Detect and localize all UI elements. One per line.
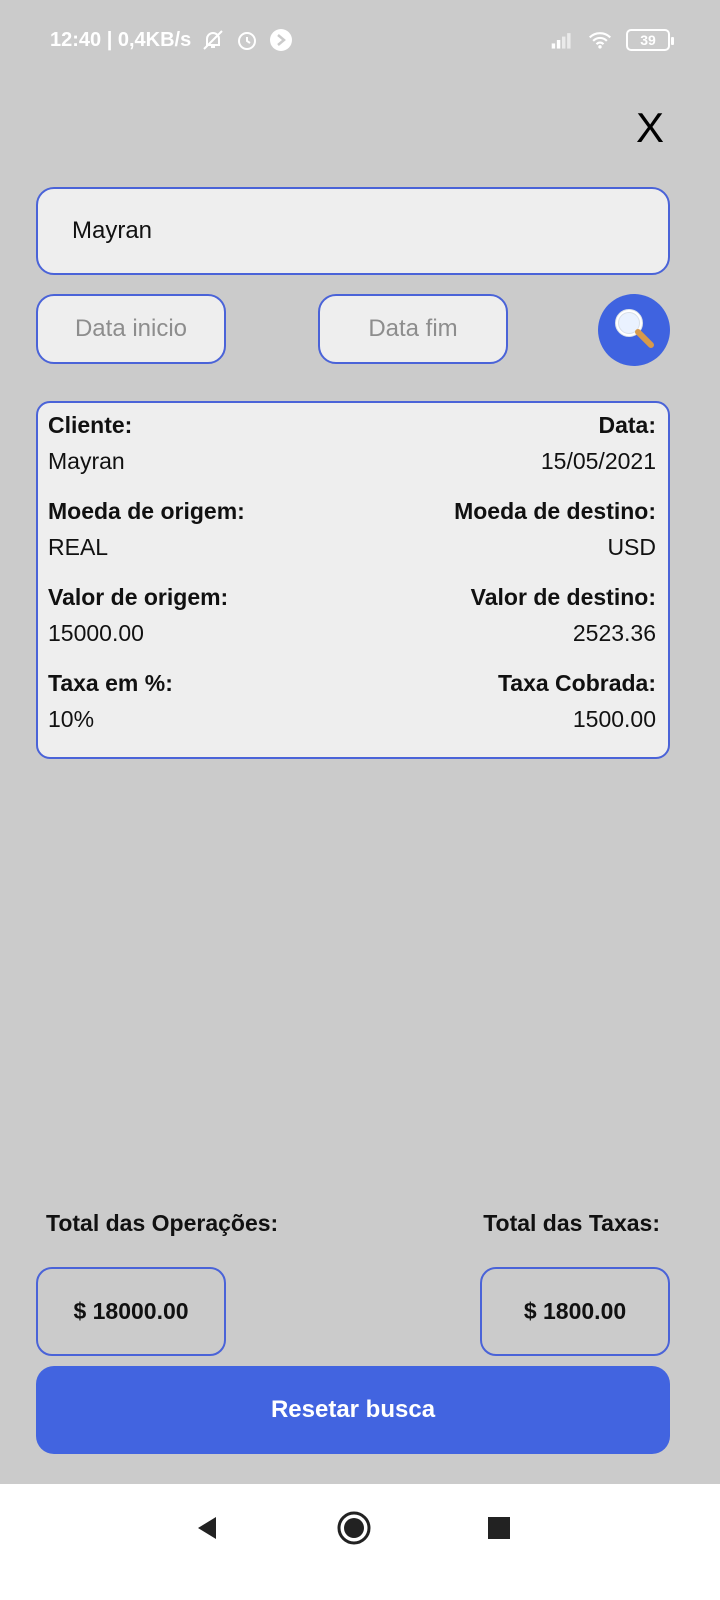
card-row-valor: Valor de origem: 15000.00 Valor de desti… <box>48 581 656 653</box>
wifi-icon <box>588 28 612 52</box>
valor-origem-label: Valor de origem: <box>48 584 229 610</box>
moeda-destino-field: Moeda de destino: USD <box>454 495 656 567</box>
taxa-cobrada-field: Taxa Cobrada: 1500.00 <box>498 667 656 739</box>
back-nav-button[interactable] <box>188 1510 228 1550</box>
taxa-label: Taxa em %: <box>48 670 173 696</box>
taxa-field: Taxa em %: 10% <box>48 667 173 739</box>
app-notification-icon <box>269 28 293 52</box>
moeda-origem-value: REAL <box>48 534 109 560</box>
valor-origem-value: 15000.00 <box>48 620 144 646</box>
client-name-input[interactable]: Mayran <box>36 187 670 275</box>
data-field: Data: 15/05/2021 <box>541 409 656 481</box>
valor-destino-field: Valor de destino: 2523.36 <box>471 581 656 653</box>
total-operacoes-value: $ 18000.00 <box>36 1267 226 1356</box>
status-time-speed: 12:40 | 0,4KB/s <box>50 28 192 51</box>
close-button[interactable]: X <box>630 104 670 152</box>
alarm-icon <box>235 28 259 52</box>
total-operacoes-label: Total das Operações: <box>46 1210 279 1236</box>
recent-apps-nav-button[interactable] <box>479 1510 519 1550</box>
screen: 12:40 | 0,4KB/s 39 X Mayran Data inicio … <box>0 0 720 1600</box>
search-button[interactable] <box>598 294 670 366</box>
moeda-destino-value: USD <box>607 534 656 560</box>
battery-indicator: 39 <box>626 29 674 51</box>
reset-search-button[interactable]: Resetar busca <box>36 1366 670 1454</box>
valor-origem-field: Valor de origem: 15000.00 <box>48 581 228 653</box>
taxa-cobrada-label: Taxa Cobrada: <box>497 670 656 696</box>
cliente-label: Cliente: <box>48 412 133 438</box>
home-nav-button[interactable] <box>334 1510 374 1550</box>
status-right: 39 <box>550 28 674 52</box>
total-taxas-value: $ 1800.00 <box>480 1267 670 1356</box>
cliente-value: Mayran <box>48 448 125 474</box>
muted-bell-icon <box>201 28 225 52</box>
result-card: Cliente: Mayran Data: 15/05/2021 Moeda d… <box>36 401 670 759</box>
moeda-destino-label: Moeda de destino: <box>454 498 656 524</box>
data-label: Data: <box>598 412 656 438</box>
home-circle-icon <box>336 1510 372 1551</box>
card-row-cliente-data: Cliente: Mayran Data: 15/05/2021 <box>48 409 656 481</box>
total-taxas-label: Total das Taxas: <box>483 1210 660 1236</box>
card-row-moeda: Moeda de origem: REAL Moeda de destino: … <box>48 495 656 567</box>
recent-square-icon <box>486 1515 512 1546</box>
status-bar: 12:40 | 0,4KB/s 39 <box>0 0 720 80</box>
date-start-input[interactable]: Data inicio <box>36 294 226 364</box>
search-icon <box>611 305 657 356</box>
moeda-origem-label: Moeda de origem: <box>48 498 245 524</box>
valor-destino-value: 2523.36 <box>572 620 656 646</box>
cliente-field: Cliente: Mayran <box>48 409 132 481</box>
valor-destino-label: Valor de destino: <box>470 584 656 610</box>
signal-icon <box>550 28 574 52</box>
card-row-taxa: Taxa em %: 10% Taxa Cobrada: 1500.00 <box>48 667 656 739</box>
taxa-cobrada-value: 1500.00 <box>572 706 656 732</box>
moeda-origem-field: Moeda de origem: REAL <box>48 495 245 567</box>
taxa-value: 10% <box>48 706 95 732</box>
date-end-input[interactable]: Data fim <box>318 294 508 364</box>
status-left: 12:40 | 0,4KB/s <box>50 28 293 52</box>
back-triangle-icon <box>194 1514 222 1547</box>
data-value: 15/05/2021 <box>540 448 656 474</box>
